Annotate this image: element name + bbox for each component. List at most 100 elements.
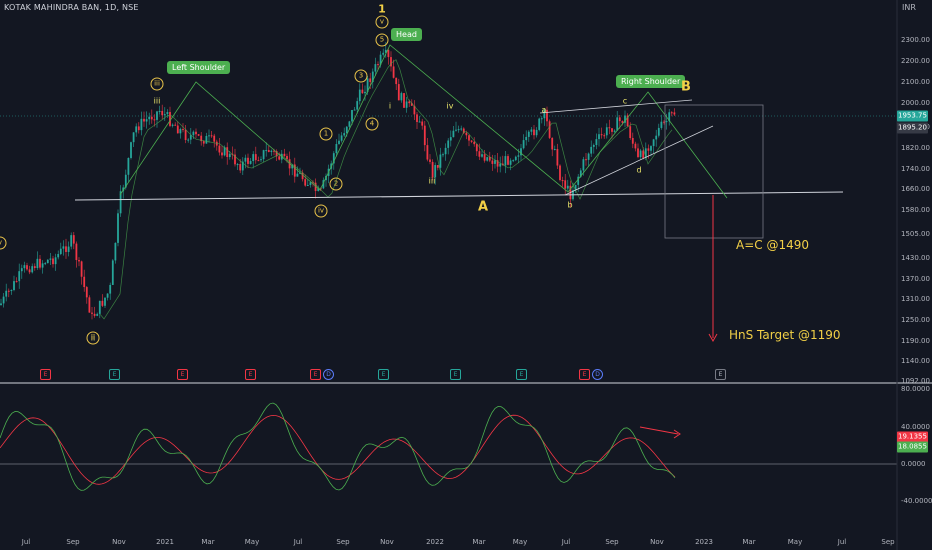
candle-body (418, 121, 421, 123)
candle-body (416, 114, 418, 122)
candle-body (655, 135, 658, 140)
candle-body (665, 121, 668, 123)
head-label[interactable]: Head (391, 28, 422, 41)
wave-b-label[interactable]: B (681, 80, 691, 95)
candle-body (57, 254, 60, 258)
candle-body (78, 260, 80, 262)
candle-body (171, 124, 174, 126)
candle-body (556, 149, 559, 166)
left-shoulder-label[interactable]: Left Shoulder (167, 61, 231, 74)
event-marker: E (245, 369, 256, 380)
candle-body (525, 136, 528, 141)
symbol-title[interactable]: KOTAK MAHINDRA BAN, 1D, NSE (4, 3, 139, 12)
candle-body (65, 246, 67, 252)
wave-label: i (388, 101, 392, 111)
hns-target-label[interactable]: HnS Target @1190 (729, 328, 841, 342)
candle-body (447, 140, 450, 148)
candle-body (83, 276, 86, 288)
candle-body (150, 116, 153, 120)
time-axis-tick: Jul (293, 538, 303, 546)
candle-body (582, 159, 585, 171)
candle-body (265, 150, 268, 152)
candle-body (608, 127, 611, 129)
candle-body (247, 157, 249, 164)
candle-body (605, 127, 608, 136)
wave-v-label[interactable]: v (375, 15, 389, 29)
circled-wave-label: 2 (329, 177, 343, 191)
candle-body (205, 135, 208, 144)
price-axis-tick: 1140.00 (901, 357, 930, 365)
price-axis-tick: 1505.00 (901, 230, 930, 238)
candle-body (535, 129, 538, 136)
candle-body (244, 157, 247, 162)
candle-body (210, 135, 213, 137)
candle-body (161, 110, 164, 116)
candle-body (304, 179, 307, 186)
candle-body (20, 268, 23, 272)
time-axis-tick: Nov (650, 538, 664, 546)
last-price-tag: 1953.75 (897, 110, 928, 122)
candle-body (195, 131, 197, 135)
price-chart[interactable] (0, 0, 932, 550)
candle-body (473, 141, 476, 145)
time-axis-tick: May (512, 538, 528, 546)
candle-body (23, 265, 26, 269)
candle-body (166, 112, 169, 115)
time-axis-tick: Mar (472, 538, 486, 546)
candle-body (621, 121, 624, 123)
candle-body (202, 141, 205, 144)
candle-body (2, 296, 5, 304)
candle-body (106, 293, 109, 298)
event-marker: E (40, 369, 51, 380)
ac-target-label[interactable]: A=C @1490 (736, 238, 809, 252)
candle-body (278, 156, 281, 160)
circled-wave-label: 5 (375, 33, 389, 47)
candle-body (486, 157, 489, 161)
candle-body (221, 152, 223, 156)
candle-body (382, 52, 385, 55)
candle-body (374, 64, 377, 72)
candle-body (75, 243, 78, 261)
candle-body (449, 137, 452, 141)
candle-body (434, 165, 437, 178)
candle-body (28, 269, 31, 273)
candle-body (148, 116, 151, 120)
candle-body (465, 132, 468, 136)
time-axis-tick: Jul (837, 538, 847, 546)
candle-body (616, 117, 619, 131)
candle-body (7, 290, 10, 292)
candle-body (673, 112, 676, 115)
candle-body (252, 154, 255, 162)
candle-body (98, 300, 101, 314)
candle-body (561, 180, 564, 182)
candle-body (18, 271, 21, 282)
time-axis-tick: Nov (380, 538, 394, 546)
candle-body (657, 127, 660, 136)
candle-body (507, 156, 509, 165)
price-axis-tick: 2300.00 (901, 36, 930, 44)
candle-body (634, 143, 637, 149)
candle-body (426, 145, 429, 160)
currency-label: INR (902, 3, 916, 12)
time-axis-tick: Nov (112, 538, 126, 546)
candle-body (517, 155, 520, 157)
price-axis-tick: 1820.00 (901, 144, 930, 152)
wave-label: b (567, 200, 573, 210)
candle-body (174, 124, 177, 126)
candle-body (33, 266, 36, 269)
lower-channel-line (564, 125, 714, 196)
candle-body (260, 159, 262, 161)
candle-body (137, 126, 140, 131)
candle-body (637, 148, 639, 158)
wave-1-label[interactable]: 1 (378, 3, 386, 16)
candle-body (392, 66, 395, 78)
right-shoulder-label[interactable]: Right Shoulder (616, 75, 686, 88)
candle-body (145, 119, 148, 122)
reference-price-tag: 1895.20 (897, 122, 928, 134)
candle-body (429, 159, 431, 162)
wave-label: iii (428, 176, 436, 186)
candle-body (343, 133, 346, 136)
event-marker: D (592, 369, 603, 380)
candle-body (192, 131, 195, 136)
wave-a-label[interactable]: A (478, 200, 488, 215)
